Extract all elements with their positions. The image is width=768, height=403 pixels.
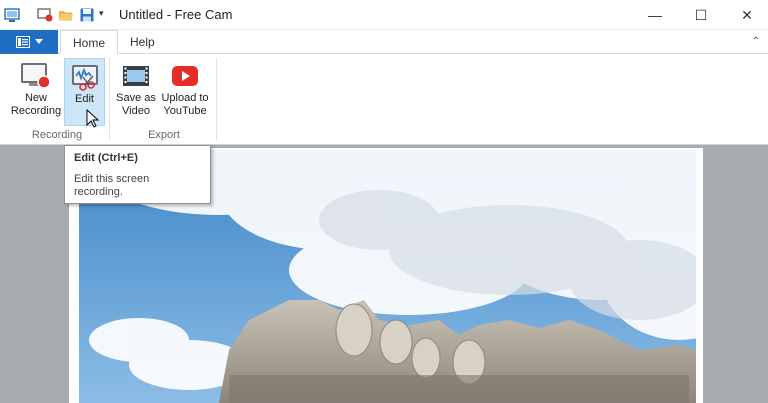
title-bar: ▾ Untitled - Free Cam — ☐ ✕ bbox=[0, 0, 768, 30]
close-button[interactable]: ✕ bbox=[724, 0, 768, 30]
tab-home[interactable]: Home bbox=[60, 30, 119, 55]
film-icon bbox=[118, 60, 154, 92]
customize-dropdown-icon[interactable]: ▾ bbox=[99, 8, 104, 19]
tab-help[interactable]: Help bbox=[118, 30, 167, 54]
collapse-ribbon-icon[interactable]: ⌃ bbox=[752, 36, 760, 47]
maximize-button[interactable]: ☐ bbox=[678, 0, 724, 30]
ribbon: New Recording Edit Recording Save as Vid… bbox=[0, 54, 768, 145]
save-icon[interactable] bbox=[78, 6, 96, 24]
upload-to-youtube-label: Upload to YouTube bbox=[161, 92, 209, 117]
recording-group-label: Recording bbox=[31, 129, 83, 141]
record-icon[interactable] bbox=[36, 6, 54, 24]
app-icon[interactable] bbox=[3, 6, 21, 24]
edit-icon bbox=[67, 61, 103, 93]
folder-open-icon[interactable] bbox=[57, 6, 75, 24]
ribbon-tabs: Home Help ⌃ bbox=[0, 30, 768, 55]
upload-to-youtube-button[interactable]: Upload to YouTube bbox=[158, 58, 212, 126]
save-as-video-label: Save as Video bbox=[116, 92, 156, 117]
group-divider bbox=[216, 58, 217, 140]
minimize-button[interactable]: — bbox=[632, 0, 678, 30]
window-title: Untitled - Free Cam bbox=[119, 7, 233, 22]
mouse-cursor-icon bbox=[86, 109, 100, 128]
chevron-down-icon bbox=[34, 39, 43, 44]
youtube-icon bbox=[167, 60, 203, 92]
new-recording-button[interactable]: New Recording bbox=[8, 58, 64, 126]
save-as-video-button[interactable]: Save as Video bbox=[114, 58, 158, 126]
group-divider bbox=[109, 58, 110, 140]
new-recording-icon bbox=[18, 60, 54, 92]
edit-label: Edit bbox=[75, 93, 94, 105]
export-group-label: Export bbox=[148, 129, 180, 141]
tooltip-description: Edit this screen recording. bbox=[74, 173, 150, 198]
tooltip-title: Edit (Ctrl+E) bbox=[74, 152, 138, 164]
file-menu-button[interactable] bbox=[0, 30, 58, 54]
menu-icon bbox=[15, 36, 30, 48]
edit-tooltip: Edit (Ctrl+E) Edit this screen recording… bbox=[64, 145, 211, 204]
new-recording-label: New Recording bbox=[10, 92, 62, 117]
